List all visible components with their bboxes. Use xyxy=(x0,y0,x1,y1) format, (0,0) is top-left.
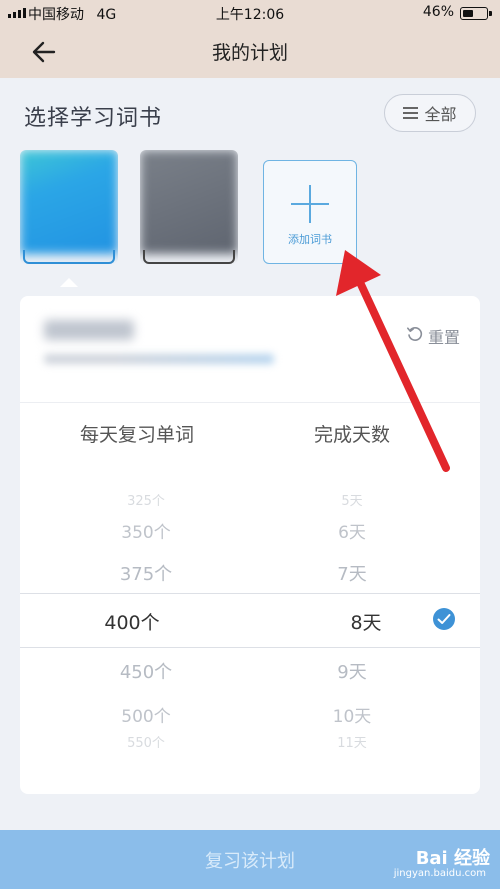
plan-title-blurred xyxy=(44,320,134,340)
add-book-button[interactable]: 添加词书 xyxy=(263,160,357,264)
words-option[interactable]: 550个 xyxy=(127,732,165,751)
battery-percent: 46% xyxy=(422,4,454,20)
add-book-label: 添加词书 xyxy=(288,233,332,246)
days-option[interactable]: 9天 xyxy=(337,658,366,684)
reset-icon xyxy=(406,325,424,347)
words-option[interactable]: 500个 xyxy=(121,702,170,727)
book-card[interactable] xyxy=(140,150,238,264)
section-title: 选择学习词书 xyxy=(24,106,163,131)
battery-icon xyxy=(460,7,492,20)
status-bar: 中国移动 4G 上午12:06 46% xyxy=(0,0,500,26)
selection-line-top xyxy=(20,593,480,594)
divider xyxy=(20,402,480,403)
page-title: 我的计划 xyxy=(211,42,288,64)
book-cover xyxy=(140,150,238,254)
days-option[interactable]: 5天 xyxy=(341,490,362,509)
check-icon xyxy=(433,608,455,630)
all-books-label: 全部 xyxy=(424,105,457,124)
plan-card: 重置 每天复习单词 完成天数 325个 350个 375个 450个 500个 550个 5… xyxy=(20,296,480,794)
watermark-logo: Bai 经验 xyxy=(415,848,490,869)
book-card-selected[interactable] xyxy=(20,150,118,264)
battery-fill xyxy=(462,9,473,17)
book-indicator xyxy=(143,250,235,264)
words-option[interactable]: 325个 xyxy=(127,490,165,509)
watermark-url: jingyan.baidu.com xyxy=(393,868,486,879)
selected-days-value[interactable]: 8天 xyxy=(350,608,381,635)
words-per-day-header: 每天复习单词 xyxy=(80,424,195,446)
words-option[interactable]: 375个 xyxy=(120,560,172,586)
days-header: 完成天数 xyxy=(314,424,391,446)
selection-caret xyxy=(60,278,78,287)
words-option[interactable]: 450个 xyxy=(120,658,172,684)
plan-subtitle-blurred xyxy=(44,354,274,364)
words-option[interactable]: 350个 xyxy=(121,518,170,543)
all-books-button[interactable]: 全部 xyxy=(384,94,476,132)
reset-label: 重置 xyxy=(427,328,460,347)
selection-line-bottom xyxy=(20,647,480,648)
nav-bar: 我的计划 xyxy=(0,26,500,78)
days-option[interactable]: 6天 xyxy=(338,518,366,543)
selected-words-value[interactable]: 400个 xyxy=(104,608,159,635)
days-option[interactable]: 10天 xyxy=(333,702,372,727)
reset-button[interactable]: 重置 xyxy=(406,324,460,348)
book-cover xyxy=(20,150,118,254)
book-selected-indicator xyxy=(23,250,115,264)
days-option[interactable]: 7天 xyxy=(337,560,366,586)
plus-icon xyxy=(291,185,329,223)
list-icon xyxy=(403,107,419,119)
days-option[interactable]: 11天 xyxy=(337,732,367,751)
